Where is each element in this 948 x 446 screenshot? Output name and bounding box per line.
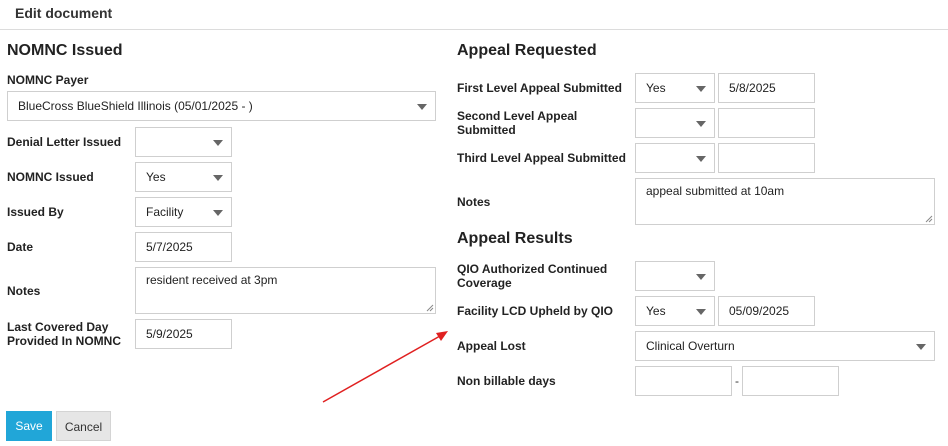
save-button[interactable]: Save: [6, 411, 52, 441]
cancel-button[interactable]: Cancel: [56, 411, 111, 441]
annotation-arrow: [322, 331, 448, 403]
